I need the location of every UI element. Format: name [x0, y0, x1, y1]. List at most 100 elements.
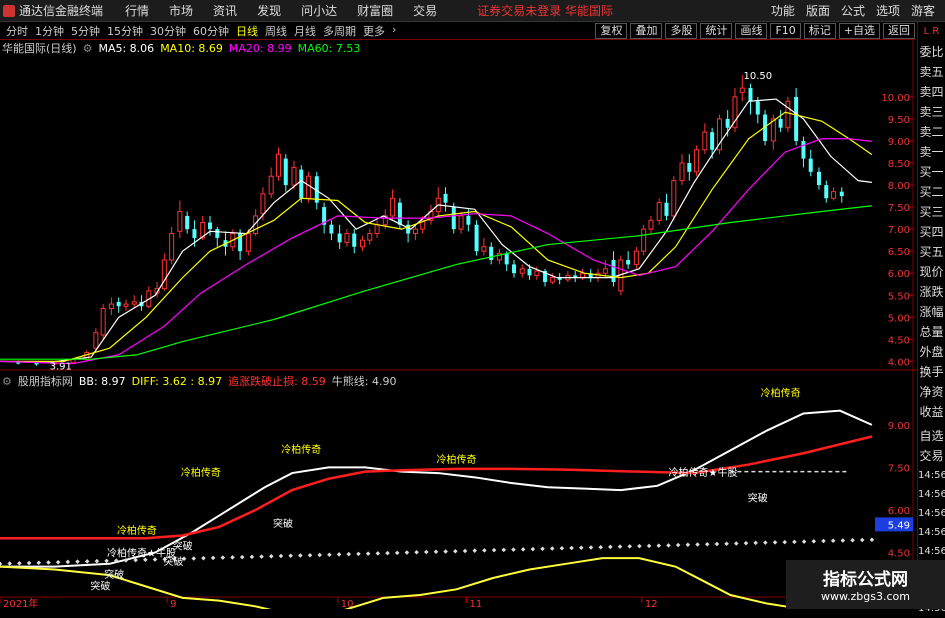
bull-bear-dot	[394, 550, 400, 556]
trade-tab-1[interactable]: 交易	[918, 446, 945, 466]
bull-bear-dot	[191, 556, 197, 561]
candle-body	[641, 228, 647, 252]
stock-chart[interactable]: 10.00 9.50 9.00 8.50 8.00 7.50 7.00 6.50 6.00 5.5…	[0, 0, 917, 609]
signal-label: 冷柏传奇	[281, 443, 321, 456]
quote-field-8[interactable]: 买三	[918, 202, 945, 222]
signal-label: 突破	[748, 491, 768, 504]
quote-field-2[interactable]: 卖四	[918, 82, 945, 102]
lr-toggle[interactable]: L R	[918, 22, 945, 42]
trade-tab-0[interactable]: 自选	[918, 426, 945, 446]
quote-field-12[interactable]: 涨跌	[918, 282, 945, 302]
bull-bear-dot	[336, 552, 342, 557]
quote-tabs: 委比 卖五 卖四 卖三 卖二 卖一 买一 买二 买三 买四 买五 现价 涨跌 涨幅 总量 外盘 换手 净资 收益	[918, 42, 945, 422]
quote-field-15[interactable]: 外盘	[918, 342, 945, 362]
y-tick-label: 4.00	[888, 357, 910, 368]
quote-field-6[interactable]: 买一	[918, 162, 945, 182]
main-chart-header: 华能国际(日线) ⚙ MA5: 8.06 MA10: 8.69 MA20: 8.…	[2, 41, 366, 56]
quote-field-16[interactable]: 换手	[918, 362, 945, 382]
quote-field-10[interactable]: 买五	[918, 242, 945, 262]
bull-bear-dot	[46, 560, 51, 565]
quote-field-18[interactable]: 收益	[918, 402, 945, 422]
candle-body	[374, 224, 380, 235]
candle-body	[633, 250, 639, 265]
candle-body	[161, 259, 167, 290]
bull-bear-dot	[840, 538, 846, 543]
tick-time-4: 14:56	[918, 546, 945, 557]
candle-body	[602, 268, 608, 274]
quote-field-9[interactable]: 买四	[918, 222, 945, 242]
bull-bear-dot	[627, 544, 632, 549]
bull-bear-dot	[792, 539, 797, 545]
bull-bear-dot	[763, 540, 768, 545]
quote-field-0[interactable]: 委比	[918, 42, 945, 62]
bull-bear-dot	[453, 548, 458, 554]
bull-bear-dot	[675, 542, 681, 548]
bull-bear-dot	[36, 560, 42, 565]
bull-bear-dot	[472, 548, 477, 553]
candle-body	[443, 193, 448, 203]
candle-body	[215, 229, 220, 238]
quote-field-3[interactable]: 卖三	[918, 102, 945, 122]
candle-body	[702, 131, 708, 151]
ma5-label: MA5: 8.06	[98, 41, 155, 55]
candle-body	[527, 268, 532, 276]
bull-bear-dot	[588, 545, 594, 550]
price-annotation: 10.50	[744, 71, 773, 82]
x-tick-label: 12	[645, 599, 658, 609]
quote-field-7[interactable]: 买二	[918, 182, 945, 202]
quote-field-17[interactable]: 净资	[918, 382, 945, 402]
bull-bear-dot	[317, 552, 322, 558]
tick-time-1: 14:56	[918, 489, 945, 500]
bull-bear-dot	[424, 549, 429, 555]
bull-bear-dot	[501, 547, 507, 553]
y-tick-label: 6.00	[888, 269, 910, 280]
candle-body	[192, 229, 197, 238]
y-tick-label: 8.00	[888, 181, 910, 192]
tick-time-0: 14:56	[918, 470, 945, 481]
settings-icon[interactable]: ⚙	[2, 375, 12, 388]
bull-bear-dot	[511, 547, 516, 552]
bull-bear-dot	[724, 541, 729, 546]
candle-body	[116, 301, 121, 307]
indicator-header: ⚙ 股朋指标网 BB: 8.97 DIFF: 3.62 : 8.97 追涨跌破止…	[2, 374, 402, 389]
candle-body	[131, 301, 137, 305]
candle-body	[504, 253, 509, 265]
quote-field-11[interactable]: 现价	[918, 262, 945, 282]
y-tick-label: 9.00	[888, 137, 910, 148]
bull-bear-dot	[743, 540, 749, 546]
bull-bear-dot	[608, 544, 613, 550]
y-tick-label: 7.50	[888, 203, 910, 214]
candle-body	[489, 246, 494, 260]
candle-body	[785, 100, 791, 129]
quote-field-1[interactable]: 卖五	[918, 62, 945, 82]
candle-body	[831, 191, 837, 199]
bull-bear-dot	[850, 537, 855, 543]
candle-body	[245, 233, 251, 252]
price-annotation: 3.91	[50, 361, 72, 372]
bull-bear-dot	[94, 558, 100, 564]
bull-bear-dot	[559, 546, 565, 551]
quote-field-4[interactable]: 卖二	[918, 122, 945, 142]
bull-bear-dot	[617, 544, 623, 549]
bb-label: BB: 8.97	[78, 374, 126, 388]
candle-body	[801, 140, 806, 159]
settings-icon[interactable]: ⚙	[83, 42, 93, 55]
candle-body	[283, 158, 288, 186]
quote-field-14[interactable]: 总量	[918, 322, 945, 342]
candle-body	[626, 259, 631, 265]
signal-label: 突破	[173, 540, 193, 553]
ma-line-ma5	[0, 98, 872, 364]
bull-bear-dot	[385, 550, 390, 556]
quote-field-5[interactable]: 卖一	[918, 142, 945, 162]
quote-field-13[interactable]: 涨幅	[918, 302, 945, 322]
y-tick-label: 8.50	[888, 159, 910, 170]
bull-bear-dot	[637, 543, 642, 549]
bull-bear-dot	[530, 546, 536, 552]
bull-bear-dot	[210, 555, 216, 561]
x-tick-label: 9	[170, 599, 176, 609]
bull-bear-dot	[491, 547, 497, 553]
bull-bear-dot	[288, 553, 293, 559]
candle-body	[344, 233, 350, 243]
candle-body	[367, 233, 373, 241]
candle-body	[816, 171, 821, 186]
